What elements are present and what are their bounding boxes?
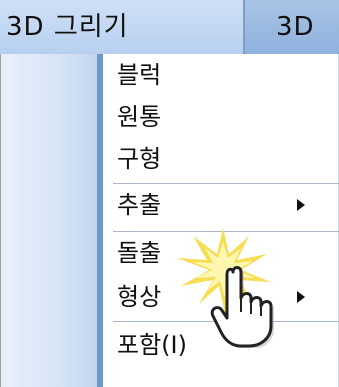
menu-item-label: 원통 bbox=[117, 103, 162, 131]
menu-item-label: 구형 bbox=[117, 145, 162, 173]
menu-item-label: 돌출 bbox=[117, 239, 162, 267]
menu-item-label: 추출 bbox=[117, 191, 162, 219]
menu-item-label: 형상 bbox=[117, 283, 162, 311]
menu-item-label: 블럭 bbox=[117, 61, 162, 89]
app-window: 3D 그리기 3D 블럭 원통 구형 추출 돌출 형상 포함(I) bbox=[0, 0, 339, 387]
icon-gutter bbox=[1, 54, 103, 387]
menu-item-cylinder[interactable]: 원통 bbox=[103, 98, 339, 136]
menu-3d-draw[interactable]: 3D 그리기 bbox=[0, 0, 245, 54]
menu-3d-label: 3D bbox=[276, 12, 315, 42]
submenu-arrow-icon bbox=[297, 199, 305, 211]
menu-separator bbox=[113, 183, 339, 184]
menu-item-extract[interactable]: 추출 bbox=[103, 186, 339, 224]
menubar: 3D 그리기 3D bbox=[0, 0, 339, 55]
hand-pointer-icon bbox=[177, 228, 274, 348]
submenu-arrow-icon bbox=[297, 291, 305, 303]
menu-3d-draw-label: 3D 그리기 bbox=[6, 12, 129, 42]
menu-3d[interactable]: 3D bbox=[260, 0, 339, 54]
menu-item-block[interactable]: 블럭 bbox=[103, 56, 339, 94]
menu-item-sphere[interactable]: 구형 bbox=[103, 140, 339, 178]
